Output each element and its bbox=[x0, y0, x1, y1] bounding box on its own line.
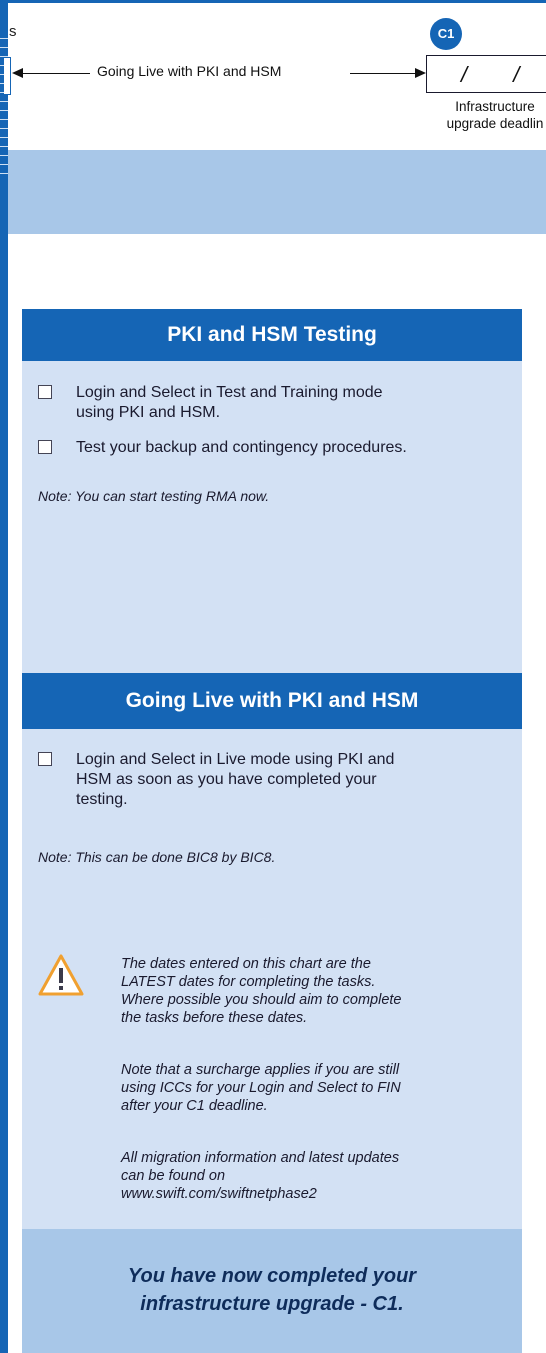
deadline-caption-line2: upgrade deadlin bbox=[446, 116, 544, 131]
note-testing: Note: You can start testing RMA now. bbox=[38, 488, 270, 504]
task-text-line: using PKI and HSM. bbox=[76, 404, 221, 421]
completion-message: You have now completed your infrastructu… bbox=[22, 1262, 522, 1318]
warning-line: LATEST dates for completing the tasks. bbox=[121, 974, 376, 990]
warning-line: Note that a surcharge applies if you are… bbox=[121, 1062, 400, 1078]
warning-line: All migration information and latest upd… bbox=[121, 1150, 400, 1166]
adjacent-panel-clipped-text: s bbox=[9, 23, 17, 40]
deadline-caption: Infrastructure upgrade deadlin bbox=[410, 98, 546, 132]
task-text-line: Login and Select in Test and Training mo… bbox=[76, 384, 383, 401]
task-text-line: HSM as soon as you have completed your bbox=[76, 771, 377, 788]
timeline-label: Going Live with PKI and HSM bbox=[97, 63, 282, 79]
completion-line: infrastructure upgrade - C1. bbox=[140, 1293, 404, 1315]
task-item: Login and Select in Test and Training mo… bbox=[38, 383, 508, 423]
task-item: Login and Select in Live mode using PKI … bbox=[38, 750, 508, 810]
warning-paragraph-dates: The dates entered on this chart are the … bbox=[121, 955, 511, 1027]
timeline-line-right bbox=[350, 73, 416, 74]
task-item: Test your backup and contingency procedu… bbox=[38, 438, 508, 458]
adjacent-date-box bbox=[4, 57, 11, 95]
task-checkbox[interactable] bbox=[38, 440, 52, 454]
adjacent-panel-edge bbox=[0, 0, 8, 1353]
task-checkbox[interactable] bbox=[38, 385, 52, 399]
completion-line: You have now completed your bbox=[127, 1265, 417, 1287]
adjacent-panel-ticks bbox=[0, 30, 8, 180]
warning-paragraph-info: All migration information and latest upd… bbox=[121, 1149, 511, 1203]
section-title-live: Going Live with PKI and HSM bbox=[22, 673, 522, 729]
milestone-badge: C1 bbox=[430, 18, 462, 50]
warning-line: after your C1 deadline. bbox=[121, 1098, 268, 1114]
timeline-line-left bbox=[22, 73, 90, 74]
task-text-line: Test your backup and contingency procedu… bbox=[76, 439, 407, 456]
deadline-date-box[interactable]: / / bbox=[426, 55, 546, 93]
warning-line: The dates entered on this chart are the bbox=[121, 956, 371, 972]
warning-line: Where possible you should aim to complet… bbox=[121, 992, 402, 1008]
top-border bbox=[0, 0, 546, 3]
task-text-line: Login and Select in Live mode using PKI … bbox=[76, 751, 395, 768]
arrow-right-icon bbox=[415, 68, 426, 78]
header-band bbox=[8, 150, 546, 234]
task-checkbox[interactable] bbox=[38, 752, 52, 766]
section-title-testing: PKI and HSM Testing bbox=[22, 309, 522, 361]
warning-line: can be found on bbox=[121, 1168, 226, 1184]
warning-triangle-icon bbox=[38, 954, 84, 996]
task-text-line: testing. bbox=[76, 791, 128, 808]
warning-line: the tasks before these dates. bbox=[121, 1010, 308, 1026]
warning-paragraph-surcharge: Note that a surcharge applies if you are… bbox=[121, 1061, 511, 1115]
note-live: Note: This can be done BIC8 by BIC8. bbox=[38, 849, 276, 865]
deadline-caption-line1: Infrastructure bbox=[455, 99, 535, 114]
info-link[interactable]: www.swift.com/swiftnetphase2 bbox=[121, 1185, 511, 1203]
warning-line: using ICCs for your Login and Select to … bbox=[121, 1080, 401, 1096]
